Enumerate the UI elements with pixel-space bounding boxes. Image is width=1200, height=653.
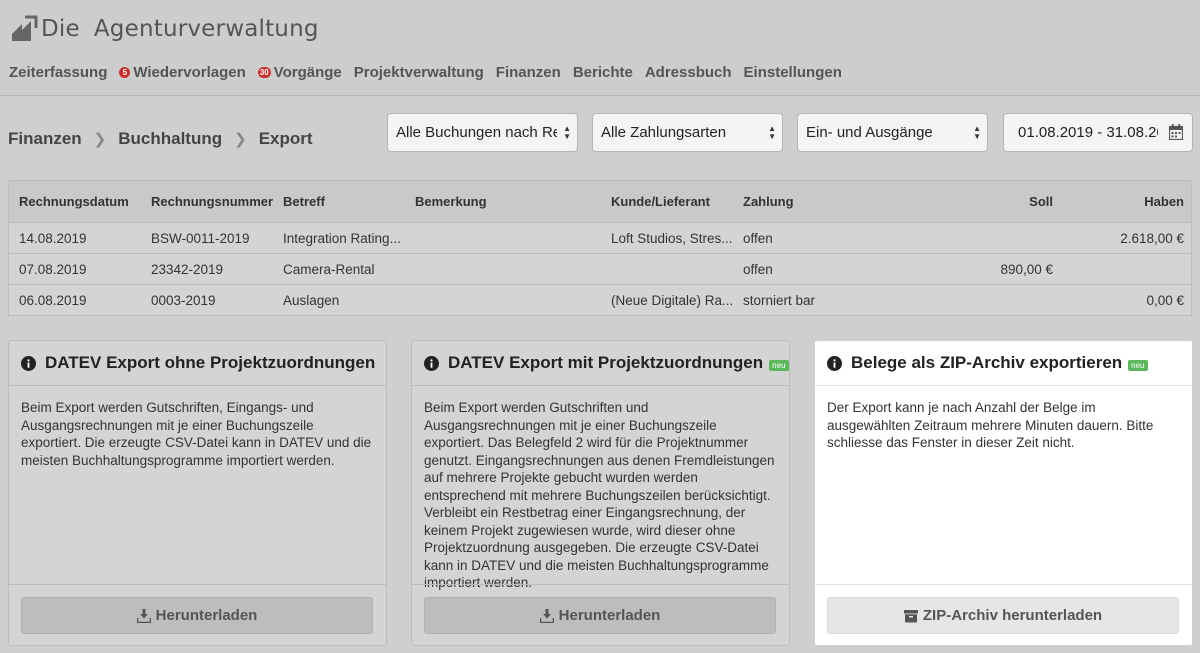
select-arrows-icon: ▲ ▼ [973, 124, 981, 141]
nav-item-wiedervorlagen[interactable]: 5 Wiedervorlagen [119, 64, 246, 81]
zip-archive-export-panel: Belege als ZIP-Archiv exportieren neu De… [814, 340, 1193, 646]
info-icon [21, 355, 36, 371]
column-header-bemerkung[interactable]: Bemerkung [415, 181, 605, 222]
cell-haben [1059, 254, 1184, 284]
app-header: Die Agenturverwaltung Zeiterfassung 5 Wied… [0, 0, 1200, 96]
app-logo[interactable]: Die Agenturverwaltung [9, 14, 319, 44]
calendar-icon[interactable] [1169, 124, 1183, 140]
cell-rechnungsdatum: 06.08.2019 [19, 292, 87, 308]
column-header-haben[interactable]: Haben [1059, 181, 1184, 222]
table-row[interactable]: 07.08.2019 23342-2019 Camera-Rental offe… [9, 253, 1191, 284]
column-header-betreff[interactable]: Betreff [283, 181, 413, 222]
panel-description: Beim Export werden Gutschriften und Ausg… [424, 400, 775, 590]
panel-description: Beim Export werden Gutschriften, Eingang… [21, 400, 372, 468]
panel-title: DATEV Export mit Projektzuordnungen [448, 353, 764, 372]
column-header-rechnungsdatum[interactable]: Rechnungsdatum [19, 181, 144, 222]
logo-icon [12, 15, 38, 41]
nav-item-finanzen[interactable]: Finanzen [496, 64, 561, 81]
panel-header: DATEV Export mit Projektzuordnungen neu [412, 341, 789, 386]
nav-item-vorgaenge[interactable]: 30 Vorgänge [257, 64, 342, 81]
breadcrumb: Finanzen ❯ Buchhaltung ❯ Export [8, 129, 313, 149]
cell-betreff: Camera-Rental [283, 261, 375, 277]
column-header-soll[interactable]: Soll [899, 181, 1053, 222]
select-arrows-icon: ▲ ▼ [563, 124, 571, 141]
panel-title: Belege als ZIP-Archiv exportieren [851, 353, 1123, 372]
table-header-row: Rechnungsdatum Rechnungsnummer Betreff B… [9, 181, 1191, 222]
download-icon [539, 608, 554, 623]
panel-title: DATEV Export ohne Projektzuordnungen [45, 353, 376, 372]
panel-description: Der Export kann je nach Anzahl der Belge… [827, 400, 1154, 450]
info-icon [827, 355, 842, 371]
main-nav: Zeiterfassung 5 Wiedervorlagen 30 Vorgänge… [9, 64, 842, 81]
download-icon [136, 608, 151, 623]
cell-kunde-lieferant: Loft Studios, Stres... [611, 230, 733, 246]
panel-header: Belege als ZIP-Archiv exportieren neu [815, 341, 1192, 386]
chevron-right-icon: ❯ [234, 131, 247, 148]
breadcrumb-export: Export [258, 129, 313, 148]
breadcrumb-finanzen[interactable]: Finanzen [8, 129, 82, 149]
cell-rechnungsnummer: BSW-0011-2019 [151, 230, 250, 246]
cell-bemerkung [415, 285, 605, 315]
cell-rechnungsnummer: 23342-2019 [151, 261, 224, 277]
bookings-filter-select[interactable]: Alle Buchungen nach Rechnungsdatum ▲▼ [387, 113, 578, 152]
cell-zahlung: offen [743, 261, 773, 277]
new-badge: neu [1128, 359, 1148, 371]
datev-export-without-projects-panel: DATEV Export ohne Projektzuordnungen Bei… [8, 340, 387, 646]
cell-kunde-lieferant [611, 254, 735, 284]
cell-rechnungsdatum: 07.08.2019 [19, 261, 87, 277]
new-badge: neu [769, 359, 789, 371]
cell-bemerkung [415, 223, 605, 253]
cell-haben: 2.618,00 € [1120, 230, 1184, 246]
cell-zahlung: storniert bar [743, 292, 816, 308]
bookings-table: Rechnungsdatum Rechnungsnummer Betreff B… [8, 180, 1192, 316]
info-icon [424, 355, 439, 371]
date-range-input[interactable]: 01.08.2019 - 31.08.2019 [1003, 113, 1193, 152]
vorgaenge-count-badge: 30 [257, 67, 271, 78]
wiedervorlagen-count-badge: 5 [119, 67, 131, 78]
app-title: Die Agenturverwaltung [41, 16, 319, 42]
datev-export-with-projects-panel: DATEV Export mit Projektzuordnungen neu … [411, 340, 790, 646]
cell-haben: 0,00 € [1146, 292, 1184, 308]
cell-betreff: Integration Rating... [283, 230, 401, 246]
table-row[interactable]: 14.08.2019 BSW-0011-2019 Integration Rat… [9, 222, 1191, 253]
select-arrows-icon: ▲ ▼ [768, 124, 776, 141]
archive-icon [903, 609, 918, 622]
cell-rechnungsdatum: 14.08.2019 [19, 230, 87, 246]
panel-footer: Herunterladen [9, 584, 386, 645]
cell-soll: 890,00 € [1000, 261, 1053, 277]
nav-item-einstellungen[interactable]: Einstellungen [744, 64, 842, 81]
payment-type-filter-select[interactable]: Alle Zahlungsarten ▲ ▼ [592, 113, 783, 152]
cell-bemerkung [415, 254, 605, 284]
breadcrumb-buchhaltung[interactable]: Buchhaltung [118, 129, 222, 149]
cell-soll [899, 285, 1053, 315]
cell-rechnungsnummer: 0003-2019 [151, 292, 216, 308]
nav-item-adressbuch[interactable]: Adressbuch [645, 64, 732, 81]
nav-item-berichte[interactable]: Berichte [573, 64, 633, 81]
table-row[interactable]: 06.08.2019 0003-2019 Auslagen (Neue Digi… [9, 284, 1191, 315]
column-header-rechnungsnummer[interactable]: Rechnungsnummer [151, 181, 281, 222]
panel-header: DATEV Export ohne Projektzuordnungen [9, 341, 386, 386]
panel-footer: ZIP-Archiv herunterladen [815, 584, 1192, 645]
column-header-zahlung[interactable]: Zahlung [743, 181, 893, 222]
download-button[interactable]: Herunterladen [21, 597, 373, 634]
chevron-right-icon: ❯ [93, 131, 107, 148]
column-header-kunde-lieferant[interactable]: Kunde/Lieferant [611, 181, 735, 222]
cell-betreff: Auslagen [283, 292, 340, 308]
direction-filter-select[interactable]: Ein- und Ausgänge ▲ ▼ [797, 113, 988, 152]
zip-download-button[interactable]: ZIP-Archiv herunterladen [827, 597, 1179, 634]
cell-soll [899, 223, 1053, 253]
panel-footer: Herunterladen [412, 584, 789, 645]
cell-kunde-lieferant: (Neue Digitale) Ra... [611, 292, 734, 308]
nav-item-projektverwaltung[interactable]: Projektverwaltung [354, 64, 484, 81]
download-button[interactable]: Herunterladen [424, 597, 776, 634]
cell-zahlung: offen [743, 230, 773, 246]
nav-item-zeiterfassung[interactable]: Zeiterfassung [9, 64, 107, 81]
